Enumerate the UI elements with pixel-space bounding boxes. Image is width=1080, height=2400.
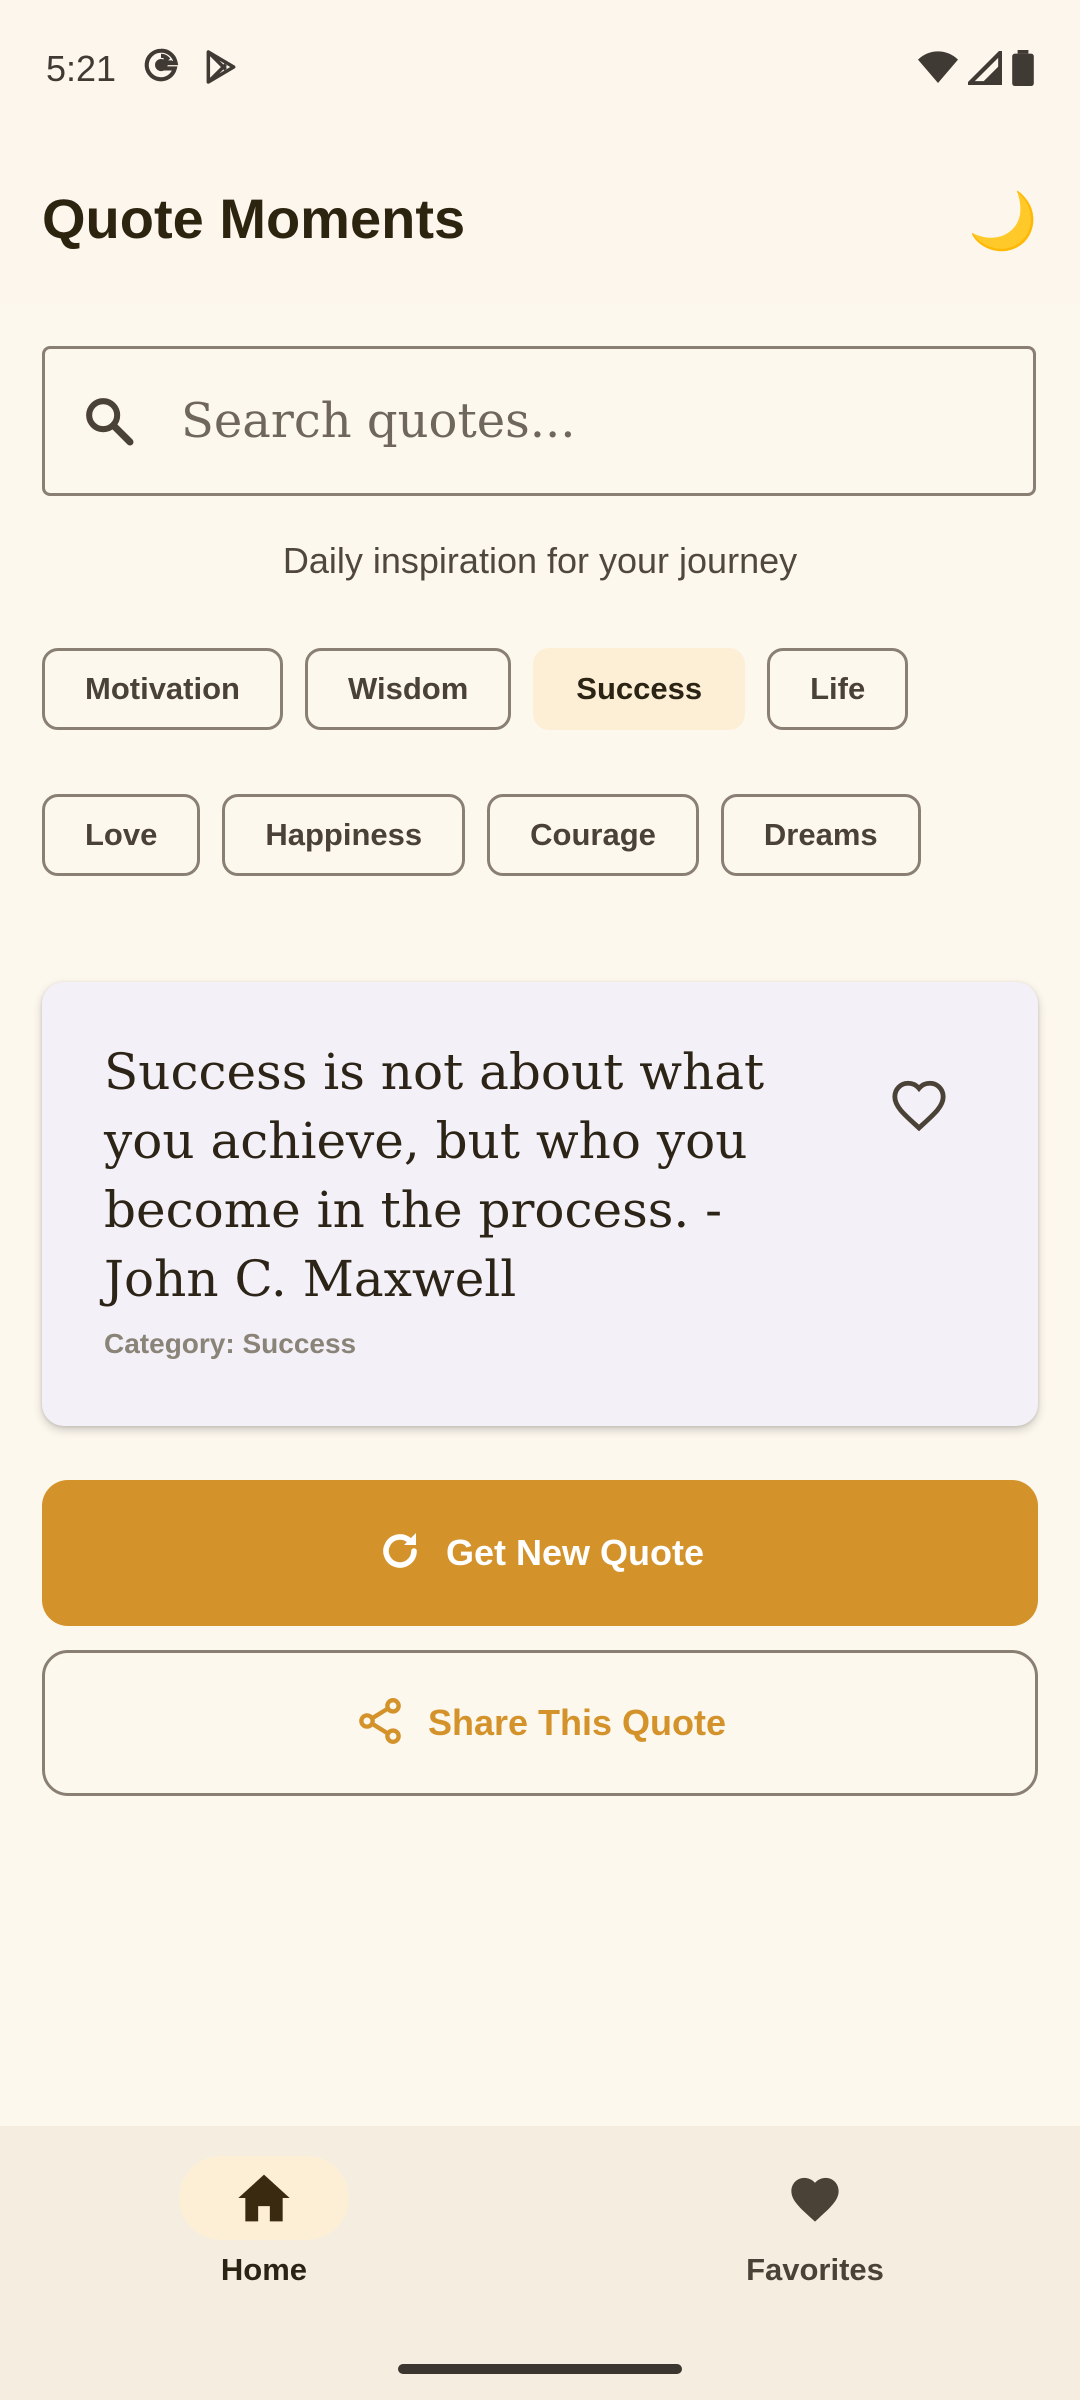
chip-courage[interactable]: Courage <box>487 794 699 876</box>
chip-wisdom[interactable]: Wisdom <box>305 648 512 730</box>
nav-favorites-label: Favorites <box>746 2252 884 2287</box>
tagline: Daily inspiration for your journey <box>282 540 798 581</box>
share-quote-label: Share This Quote <box>427 1702 727 1743</box>
play-store-icon <box>202 48 240 91</box>
wifi-icon <box>918 51 958 83</box>
category-chips-row-2: Love Happiness Courage Dreams <box>42 794 921 876</box>
page-title: Quote Moments <box>42 187 466 250</box>
battery-icon <box>1012 50 1034 86</box>
chip-dreams[interactable]: Dreams <box>720 794 921 876</box>
signal-icon <box>968 51 1002 85</box>
google-icon <box>142 46 180 89</box>
home-icon <box>238 2174 290 2222</box>
nav-favorites-indicator <box>730 2156 900 2240</box>
chip-motivation[interactable]: Motivation <box>42 648 283 730</box>
moon-icon[interactable]: 🌙 <box>968 188 1038 254</box>
chip-happiness[interactable]: Happiness <box>222 794 466 876</box>
chip-life[interactable]: Life <box>767 648 909 730</box>
search-icon <box>81 393 137 454</box>
bottom-navigation: Home Favorites <box>0 2126 1080 2400</box>
share-icon <box>354 1695 406 1752</box>
status-bar: 5:21 <box>0 0 1080 136</box>
nav-home-indicator <box>179 2156 349 2240</box>
quote-card: Success is not about what you achieve, b… <box>42 982 1038 1426</box>
refresh-icon <box>376 1527 424 1580</box>
status-indicators <box>918 50 1034 86</box>
get-new-quote-label: Get New Quote <box>445 1532 705 1573</box>
app-bar: Quote Moments 🌙 <box>0 136 1080 304</box>
get-new-quote-button[interactable]: Get New Quote <box>42 1480 1038 1626</box>
gesture-handle[interactable] <box>398 2364 682 2374</box>
status-time: 5:21 <box>46 48 117 89</box>
nav-favorites[interactable]: Favorites <box>665 2156 965 2288</box>
favorite-heart-icon[interactable] <box>890 1078 948 1137</box>
search-input[interactable]: Search quotes... <box>42 346 1036 496</box>
heart-icon <box>791 2177 839 2222</box>
nav-home[interactable]: Home <box>114 2156 414 2288</box>
quote-category: Category: Success <box>104 1328 357 1359</box>
nav-home-label: Home <box>220 2252 308 2287</box>
category-chips-row-1: Motivation Wisdom Success Life <box>42 648 909 730</box>
search-placeholder: Search quotes... <box>181 393 576 449</box>
chip-success[interactable]: Success <box>533 648 746 730</box>
share-quote-button[interactable]: Share This Quote <box>42 1650 1038 1796</box>
chip-love[interactable]: Love <box>42 794 201 876</box>
quote-text: Success is not about what you achieve, b… <box>104 1043 765 1308</box>
